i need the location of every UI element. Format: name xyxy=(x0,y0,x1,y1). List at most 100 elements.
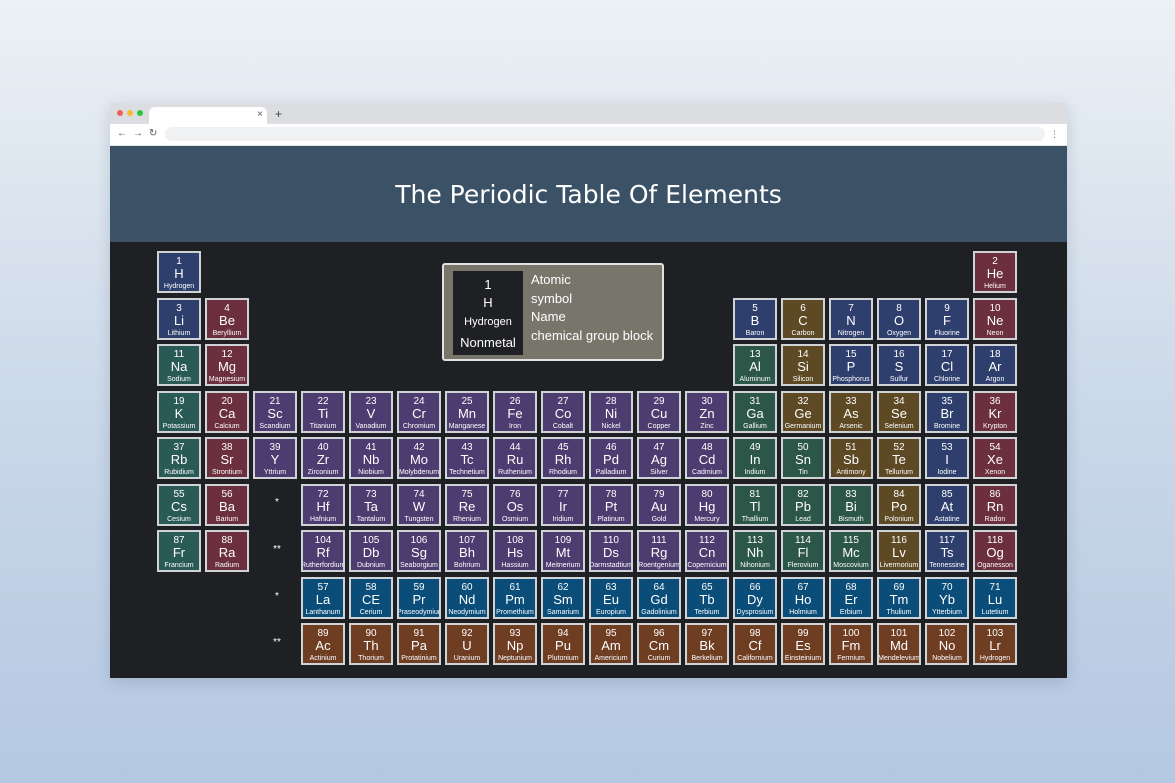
element-fl[interactable]: 114 Fl Flerovium xyxy=(781,530,825,572)
element-bh[interactable]: 107 Bh Bohrium xyxy=(445,530,489,572)
element-yb[interactable]: 70 Yb Ytterbium xyxy=(925,577,969,619)
element-sc[interactable]: 21 Sc Scandium xyxy=(253,391,297,433)
element-db[interactable]: 105 Db Dubnium xyxy=(349,530,393,572)
element-k[interactable]: 19 K Potassium xyxy=(157,391,201,433)
element-ds[interactable]: 110 Ds Darmstadtium xyxy=(589,530,633,572)
element-co[interactable]: 27 Co Cobalt xyxy=(541,391,585,433)
element-o[interactable]: 8 O Oxygen xyxy=(877,298,921,340)
element-rb[interactable]: 37 Rb Rubidium xyxy=(157,437,201,479)
element-y[interactable]: 39 Y Yttrium xyxy=(253,437,297,479)
element-tm[interactable]: 69 Tm Thulium xyxy=(877,577,921,619)
element-hf[interactable]: 72 Hf Hafnium xyxy=(301,484,345,526)
minimize-window-dot[interactable] xyxy=(127,110,133,116)
element-h[interactable]: 1 H Hydrogen xyxy=(157,251,201,293)
element-pb[interactable]: 82 Pb Lead xyxy=(781,484,825,526)
element-tb[interactable]: 65 Tb Terbium xyxy=(685,577,729,619)
element-ac[interactable]: 89 Ac Actinium xyxy=(301,623,345,665)
element-am[interactable]: 95 Am Americium xyxy=(589,623,633,665)
element-og[interactable]: 118 Og Oganesson xyxy=(973,530,1017,572)
element-ta[interactable]: 73 Ta Tantalum xyxy=(349,484,393,526)
element-kr[interactable]: 36 Kr Krypton xyxy=(973,391,1017,433)
element-zn[interactable]: 30 Zn Zinc xyxy=(685,391,729,433)
address-bar[interactable] xyxy=(165,127,1045,141)
element-dy[interactable]: 66 Dy Dysprosium xyxy=(733,577,777,619)
element-at[interactable]: 85 At Astatine xyxy=(925,484,969,526)
element-mt[interactable]: 109 Mt Meitnerium xyxy=(541,530,585,572)
element-sg[interactable]: 106 Sg Seaborgium xyxy=(397,530,441,572)
element-rh[interactable]: 45 Rh Rhodium xyxy=(541,437,585,479)
element-bk[interactable]: 97 Bk Berkelium xyxy=(685,623,729,665)
element-ni[interactable]: 28 Ni Nickel xyxy=(589,391,633,433)
element-sb[interactable]: 51 Sb Antimony xyxy=(829,437,873,479)
element-c[interactable]: 6 C Carbon xyxy=(781,298,825,340)
element-cr[interactable]: 24 Cr Chromium xyxy=(397,391,441,433)
element-th[interactable]: 90 Th Thorium xyxy=(349,623,393,665)
element-as[interactable]: 33 As Arsenic xyxy=(829,391,873,433)
element-n[interactable]: 7 N Nitrogen xyxy=(829,298,873,340)
element-cl[interactable]: 17 Cl Chlorine xyxy=(925,344,969,386)
element-cd[interactable]: 48 Cd Cadmium xyxy=(685,437,729,479)
element-cf[interactable]: 98 Cf Californium xyxy=(733,623,777,665)
element-lv[interactable]: 116 Lv Livermorium xyxy=(877,530,921,572)
element-te[interactable]: 52 Te Tellurium xyxy=(877,437,921,479)
element-fe[interactable]: 26 Fe Iron xyxy=(493,391,537,433)
element-ra[interactable]: 88 Ra Radium xyxy=(205,530,249,572)
element-er[interactable]: 68 Er Erbium xyxy=(829,577,873,619)
element-nd[interactable]: 60 Nd Neodymium xyxy=(445,577,489,619)
element-ne[interactable]: 10 Ne Neon xyxy=(973,298,1017,340)
element-lu[interactable]: 71 Lu Lutetium xyxy=(973,577,1017,619)
element-p[interactable]: 15 P Phosphorus xyxy=(829,344,873,386)
element-pm[interactable]: 61 Pm Promethium xyxy=(493,577,537,619)
element-ho[interactable]: 67 Ho Holmium xyxy=(781,577,825,619)
element-mo[interactable]: 42 Mo Molybdenum xyxy=(397,437,441,479)
element-si[interactable]: 14 Si Silicon xyxy=(781,344,825,386)
element-os[interactable]: 76 Os Osmium xyxy=(493,484,537,526)
element-cn[interactable]: 112 Cn Copernicium xyxy=(685,530,729,572)
element-ir[interactable]: 77 Ir Iridium xyxy=(541,484,585,526)
element-w[interactable]: 74 W Tungsten xyxy=(397,484,441,526)
element-hg[interactable]: 80 Hg Mercury xyxy=(685,484,729,526)
element-au[interactable]: 79 Au Gold xyxy=(637,484,681,526)
element-pa[interactable]: 91 Pa Protatinium xyxy=(397,623,441,665)
element-pt[interactable]: 78 Pt Platinum xyxy=(589,484,633,526)
element-ag[interactable]: 47 Ag Silver xyxy=(637,437,681,479)
element-bi[interactable]: 83 Bi Bismuth xyxy=(829,484,873,526)
element-ts[interactable]: 117 Ts Tennessine xyxy=(925,530,969,572)
element-la[interactable]: 57 La Lanthanum xyxy=(301,577,345,619)
element-al[interactable]: 13 Al Aluminum xyxy=(733,344,777,386)
element-zr[interactable]: 40 Zr Zirconium xyxy=(301,437,345,479)
element-nb[interactable]: 41 Nb Niobium xyxy=(349,437,393,479)
element-na[interactable]: 11 Na Sodium xyxy=(157,344,201,386)
maximize-window-dot[interactable] xyxy=(137,110,143,116)
new-tab-icon[interactable]: + xyxy=(275,107,282,121)
element-re[interactable]: 75 Re Rhenium xyxy=(445,484,489,526)
element-in[interactable]: 49 In Indium xyxy=(733,437,777,479)
reload-icon[interactable]: ↻ xyxy=(149,127,157,141)
element-xe[interactable]: 54 Xe Xenon xyxy=(973,437,1017,479)
close-window-dot[interactable] xyxy=(117,110,123,116)
element-ce[interactable]: 58 CE Cerium xyxy=(349,577,393,619)
element-sm[interactable]: 62 Sm Samarium xyxy=(541,577,585,619)
browser-tab[interactable]: × xyxy=(149,107,267,124)
element-pr[interactable]: 59 Pr Praseodymium xyxy=(397,577,441,619)
element-cu[interactable]: 29 Cu Copper xyxy=(637,391,681,433)
forward-arrow-icon[interactable]: → xyxy=(133,127,143,141)
element-fr[interactable]: 87 Fr Francium xyxy=(157,530,201,572)
element-f[interactable]: 9 F Fluorine xyxy=(925,298,969,340)
element-ga[interactable]: 31 Ga Gallium xyxy=(733,391,777,433)
element-ge[interactable]: 32 Ge Germanium xyxy=(781,391,825,433)
element-pd[interactable]: 46 Pd Palladium xyxy=(589,437,633,479)
element-u[interactable]: 92 U Uranium xyxy=(445,623,489,665)
element-gd[interactable]: 64 Gd Gadolinium xyxy=(637,577,681,619)
element-pu[interactable]: 94 Pu Plutonium xyxy=(541,623,585,665)
element-sr[interactable]: 38 Sr Strontium xyxy=(205,437,249,479)
element-tl[interactable]: 81 Tl Thallium xyxy=(733,484,777,526)
element-be[interactable]: 4 Be Beryllium xyxy=(205,298,249,340)
element-b[interactable]: 5 B Baron xyxy=(733,298,777,340)
element-fm[interactable]: 100 Fm Fermium xyxy=(829,623,873,665)
element-i[interactable]: 53 I Iodine xyxy=(925,437,969,479)
element-mg[interactable]: 12 Mg Magnesium xyxy=(205,344,249,386)
element-lr[interactable]: 103 Lr Hydrogen xyxy=(973,623,1017,665)
element-br[interactable]: 35 Br Bromine xyxy=(925,391,969,433)
element-po[interactable]: 84 Po Polonium xyxy=(877,484,921,526)
